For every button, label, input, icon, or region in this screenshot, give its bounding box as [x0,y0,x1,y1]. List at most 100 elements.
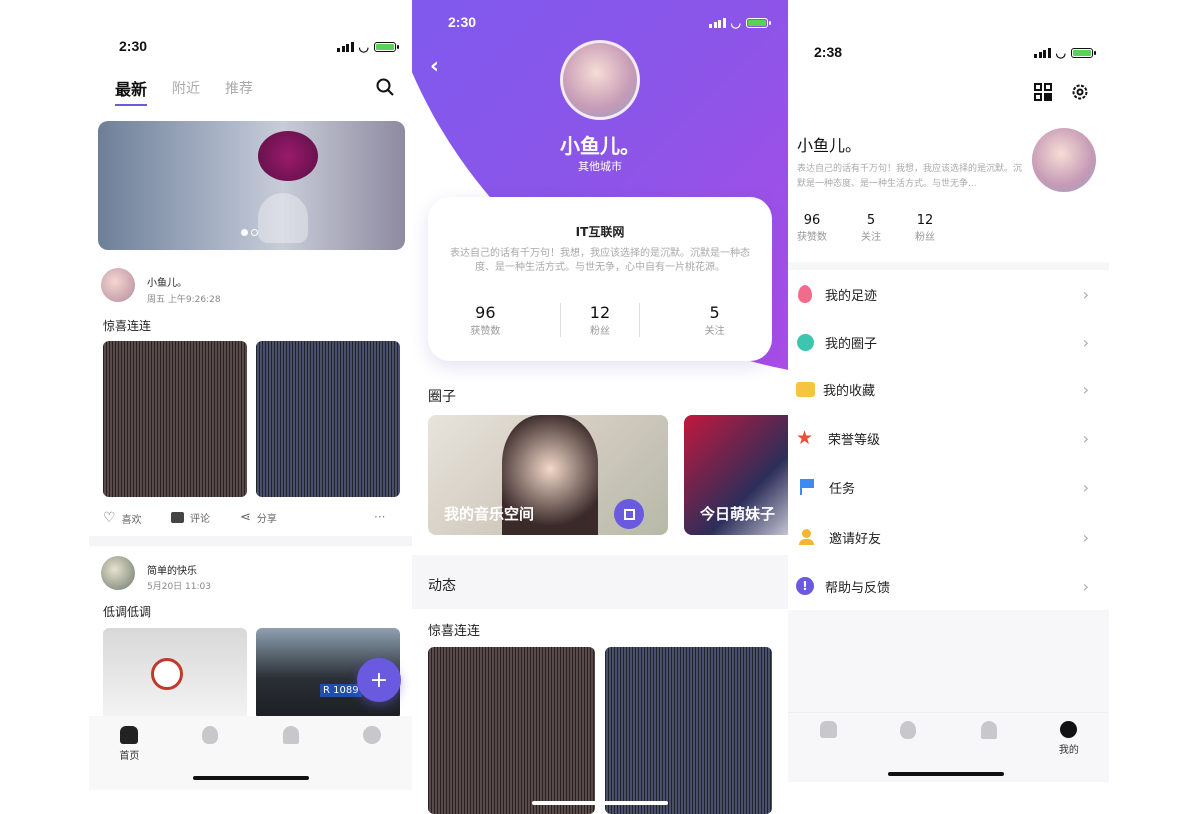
add-friend-icon [797,529,817,545]
stats-row: 96 获赞数 12 粉丝 5 关注 [428,303,772,337]
menu-item-favorites[interactable]: 我的收藏 › [788,365,1109,413]
wifi-icon: ◡ [358,40,369,54]
stat-fans[interactable]: 12 粉丝 [559,303,640,337]
comment-button[interactable]: 评论 [171,510,210,525]
settings-icon[interactable] [1071,83,1089,101]
tab-label: 最新 [115,80,148,99]
circle-card[interactable]: 今日萌妹子 [684,415,788,535]
stat-value: 12 [916,213,934,228]
bulb-icon [202,726,219,744]
comment-icon [171,512,184,523]
mine-name: 小鱼儿。 [797,136,862,155]
post-author[interactable]: 简单的快乐 [147,562,197,577]
menu-label: 我的收藏 [823,383,876,399]
home-indicator [193,776,309,780]
heart-icon: ♡ [103,510,116,526]
card-title: IT互联网 [575,225,625,239]
stat-fans[interactable]: 12 粉丝 [915,213,935,243]
mine-screen: 2:38 ◡ 小鱼儿。 表达自己的话有千万句！我想，我应该选择的是沉默。沉默是一… [788,0,1109,782]
avatar[interactable] [101,268,135,302]
banner-image[interactable] [98,121,405,250]
tab-recommend[interactable]: 推荐 [225,78,253,98]
tab-underline [115,104,147,106]
status-bar: 2:38 ◡ [788,44,1109,64]
stat-following[interactable]: 5 关注 [861,213,881,243]
mine-avatar[interactable] [1032,128,1096,192]
tab-home-label: 首页 [119,751,140,762]
menu-item-honor[interactable]: ★ 荣誉等级 › [788,414,1109,462]
stat-likes[interactable]: 96 获赞数 [445,303,525,337]
user-icon [362,726,381,744]
menu-item-help[interactable]: ! 帮助与反馈 › [788,562,1109,610]
flower [258,131,318,181]
status-bar: 2:30 ◡ [412,14,788,34]
profile-city: 其他城市 [578,160,622,173]
signal-icon [337,42,354,52]
stat-following[interactable]: 5 关注 [675,303,755,337]
stat-label: 粉丝 [589,326,610,337]
menu-item-footprints[interactable]: 我的足迹 › [788,270,1109,318]
chevron-right-icon: › [1082,527,1089,547]
tab-notifications[interactable] [964,721,1014,739]
chevron-right-icon: › [1082,284,1089,304]
chevron-right-icon: › [1082,477,1089,497]
section-divider [412,555,788,609]
wifi-icon: ◡ [730,16,741,30]
tab-profile[interactable] [347,726,397,744]
menu-item-tasks[interactable]: 任务 › [788,463,1109,511]
tab-nearby[interactable]: 附近 [172,78,200,98]
menu-item-invite[interactable]: 邀请好友 › [788,513,1109,561]
post-image[interactable] [103,628,247,720]
more-button[interactable]: ··· [374,510,385,524]
tab-mine-label: 我的 [1058,745,1079,756]
stat-likes[interactable]: 96 获赞数 [797,213,827,243]
tab-notifications[interactable] [266,726,316,744]
tab-home[interactable]: 首页 [104,726,154,762]
home-icon [120,726,139,744]
bell-icon [980,721,997,739]
tab-home[interactable] [803,721,853,738]
status-time: 2:30 [119,38,148,54]
status-bar: 2:30 ◡ [89,38,412,58]
tab-discover[interactable] [185,726,235,744]
bell-icon [282,726,299,744]
avatar[interactable] [101,556,135,590]
status-icons: ◡ [337,40,399,54]
post-image[interactable] [605,647,772,814]
post-text: 惊喜连连 [428,624,481,639]
wifi-icon: ◡ [1055,46,1066,60]
banner-dots [241,229,258,236]
fullscreen-icon[interactable] [614,499,644,529]
help-icon: ! [796,577,814,595]
post-text: 惊喜连连 [103,319,152,333]
search-icon[interactable] [376,78,394,96]
bulb-icon [900,721,917,739]
circle-card[interactable]: 我的音乐空间 [428,415,668,535]
post-image[interactable] [428,647,595,814]
share-button[interactable]: ⋖ 分享 [240,510,277,525]
post-image[interactable] [103,341,247,497]
status-time: 2:38 [814,44,843,60]
add-post-button[interactable]: + [357,658,401,702]
stat-value: 5 [709,303,720,322]
tab-mine[interactable]: 我的 [1044,721,1094,756]
like-button[interactable]: ♡ 喜欢 [103,510,142,526]
status-icons: ◡ [709,16,771,30]
battery-icon [1071,48,1096,58]
vase [258,193,308,243]
post-image[interactable] [256,341,400,497]
menu-item-circles[interactable]: 我的圈子 › [788,318,1109,366]
profile-avatar[interactable] [560,40,640,120]
qrcode-icon[interactable] [1034,83,1052,101]
post-author[interactable]: 小鱼儿。 [147,274,187,289]
tab-latest[interactable]: 最新 [115,76,147,106]
post-time: 周五 上午9:26:28 [147,295,221,305]
tab-discover[interactable] [883,721,933,739]
circle-icon [797,333,814,351]
circle-name: 我的音乐空间 [444,505,535,523]
status-time: 2:30 [448,14,477,30]
license-plate: R 1089 [320,684,362,697]
back-icon[interactable]: ‹ [430,54,439,79]
profile-card: IT互联网 表达自己的话有千万句！我想，我应该选择的是沉默。沉默是一种态度、是一… [428,197,772,361]
stat-label: 关注 [704,326,725,337]
